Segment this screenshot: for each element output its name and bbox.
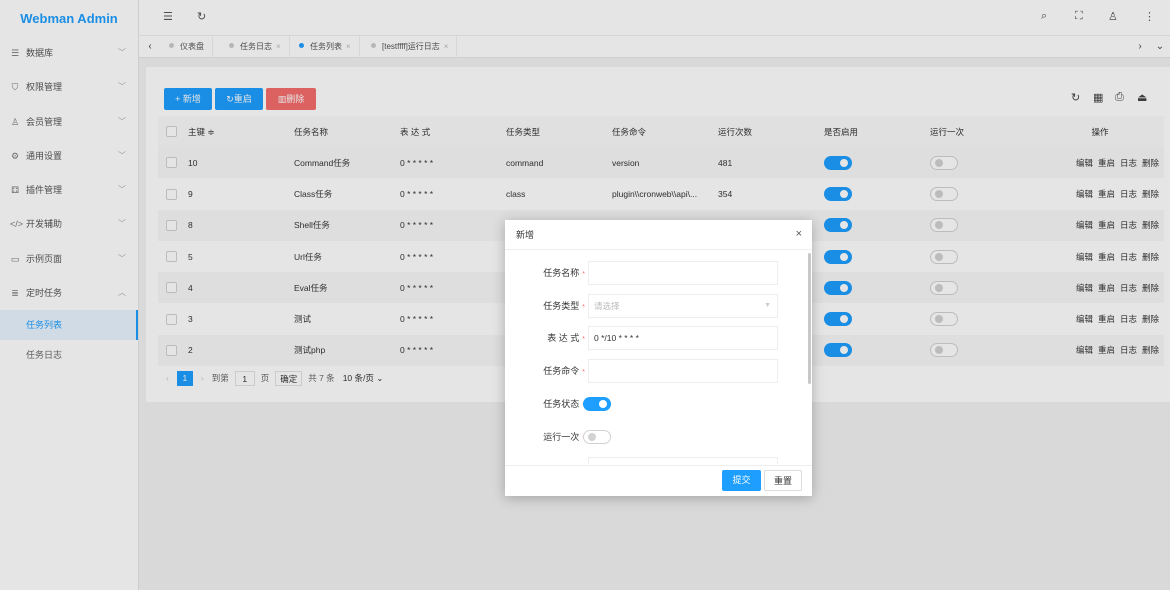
toggle-knob (599, 400, 607, 408)
field-text: 0 */10 * * * * (594, 333, 639, 343)
modal-title: 新增 (505, 220, 812, 250)
field-input-3[interactable] (588, 359, 778, 383)
form-row: 任务名称 * (505, 261, 805, 285)
modal-form: 任务名称 * 任务类型 * 请选择 ▼ 表 达 式 * 0 */10 * * * * 任务命令 * 任… (505, 251, 812, 464)
modal-scrollbar[interactable] (808, 253, 811, 384)
toggle-knob (588, 433, 596, 441)
add-task-modal: 新增 × 任务名称 * 任务类型 * 请选择 ▼ 表 达 式 * 0 */10 * * * * 任… (505, 220, 812, 496)
form-label-text: 任务名称 (543, 268, 580, 278)
modal-footer: 提交 重置 (505, 465, 812, 496)
form-row: 备注请输入备注 (505, 457, 805, 464)
required-mark: * (582, 271, 585, 278)
field-input-2[interactable]: 0 */10 * * * * (588, 326, 778, 350)
field-input-6[interactable]: 请输入备注 (588, 457, 778, 464)
form-label-text: 表 达 式 (547, 333, 580, 343)
submit-button[interactable]: 提交 (722, 470, 761, 491)
form-label-text: 任务类型 (543, 301, 580, 311)
form-row: 运行一次* (505, 425, 805, 449)
form-row: 任务命令 * (505, 359, 805, 383)
form-label: 运行一次* (505, 425, 585, 449)
task-status-toggle[interactable] (583, 397, 611, 411)
required-mark: * (582, 369, 585, 376)
caret-down-icon: ▼ (764, 302, 771, 309)
form-row: 表 达 式 * 0 */10 * * * * (505, 326, 805, 350)
reset-button[interactable]: 重置 (764, 470, 802, 491)
form-row: 任务状态* (505, 392, 805, 416)
form-label-text: 运行一次 (543, 432, 580, 442)
required-mark: * (582, 336, 585, 343)
required-mark: * (582, 304, 585, 311)
task-type-select[interactable]: 请选择 ▼ (588, 294, 778, 318)
form-label: 任务状态* (505, 392, 585, 416)
form-label: 表 达 式 * (505, 326, 585, 350)
form-label-text: 任务命令 (543, 366, 580, 376)
form-row: 任务类型 * 请选择 ▼ (505, 294, 805, 318)
run-once-toggle[interactable] (583, 430, 611, 444)
form-label-text: 任务状态 (543, 399, 580, 409)
field-text: 请选择 (594, 301, 620, 311)
close-icon[interactable]: × (796, 228, 802, 240)
form-label: 任务名称 * (505, 261, 585, 285)
form-label: 备注 (505, 457, 585, 464)
form-label: 任务类型 * (505, 294, 585, 318)
field-input-0[interactable] (588, 261, 778, 285)
form-label: 任务命令 * (505, 359, 585, 383)
